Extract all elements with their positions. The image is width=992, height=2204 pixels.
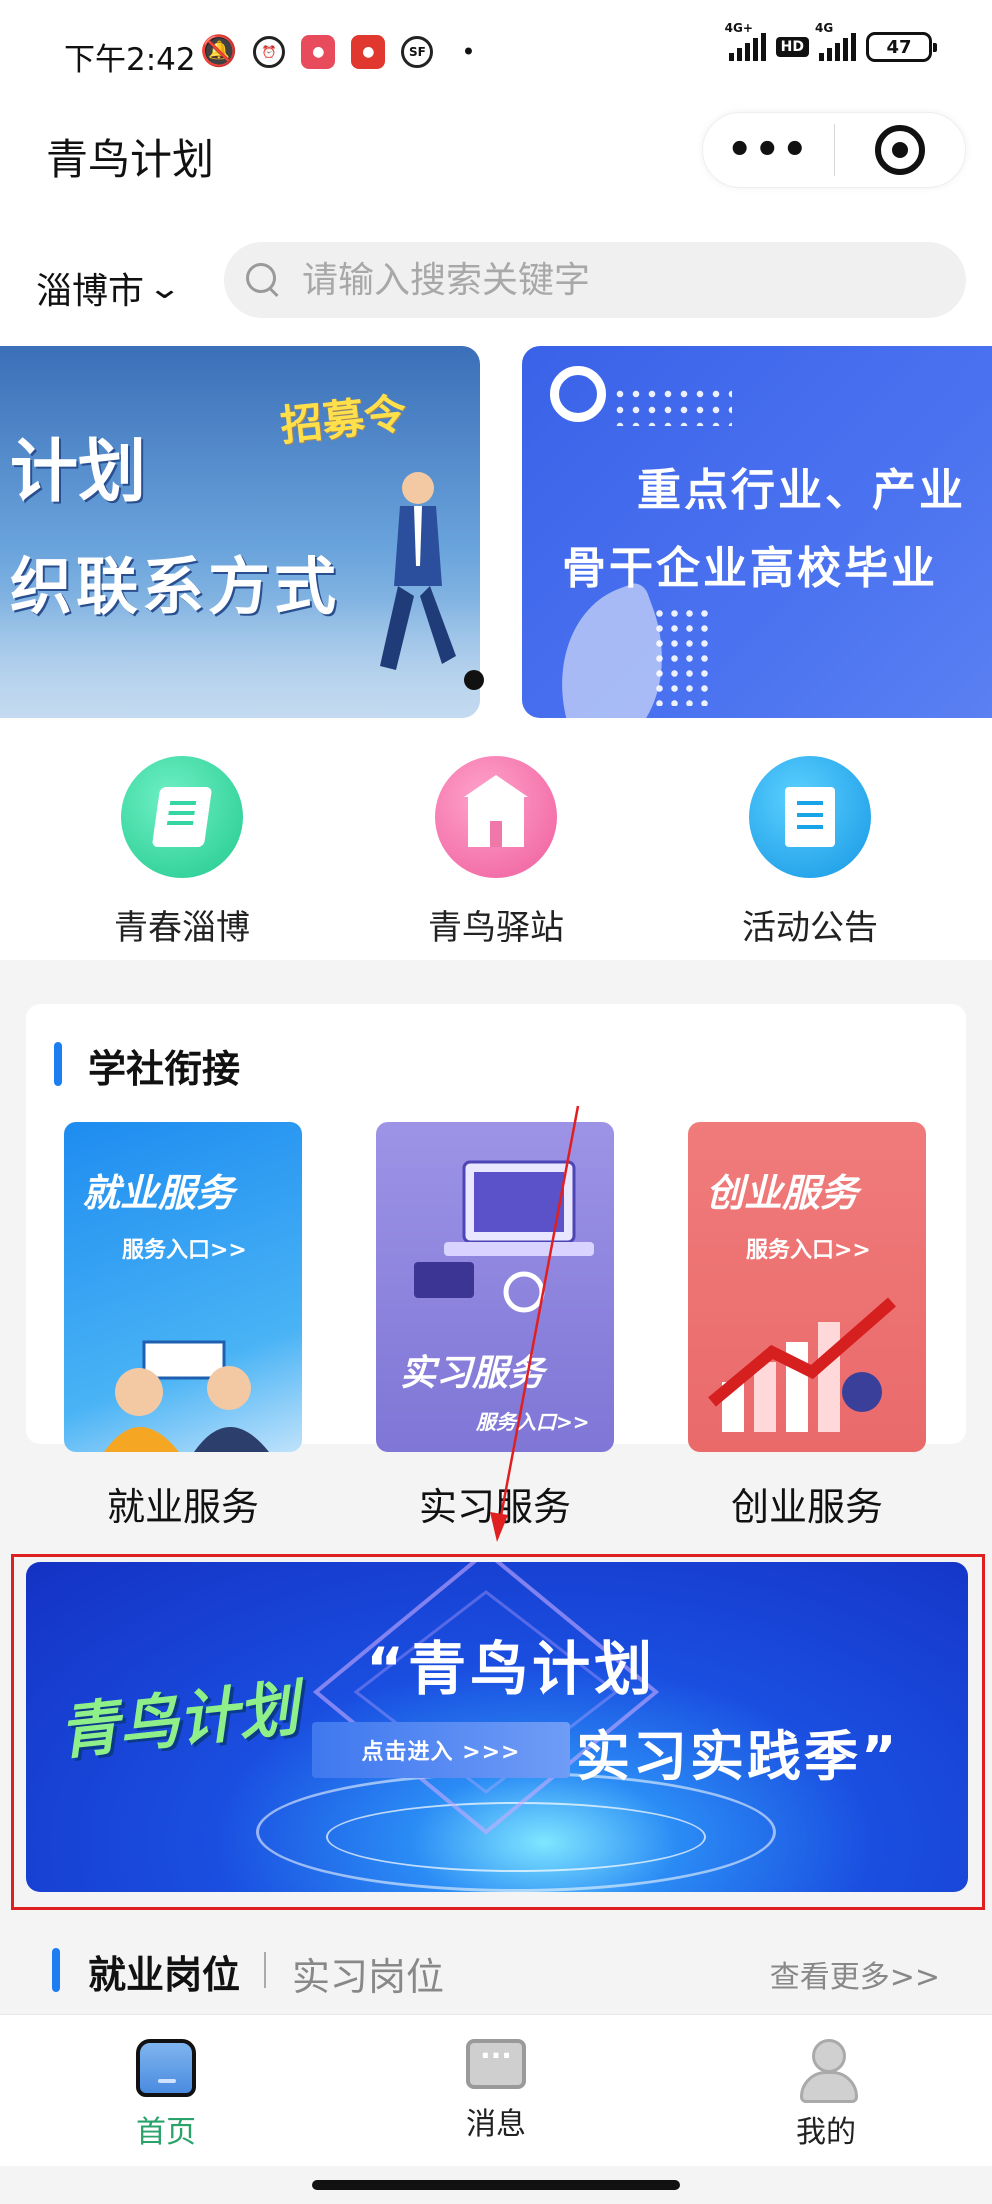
carousel-banner-industry[interactable]: 重点行业、产业 骨干企业高校毕业 <box>522 346 992 718</box>
enter-button[interactable]: 点击进入 >>> <box>312 1722 570 1778</box>
carousel-indicator <box>464 670 516 690</box>
app-notification-icon: ● <box>301 34 336 69</box>
service-card-subtitle: 服务入口>> <box>476 1410 590 1434</box>
quick-nav-label: 活动公告 <box>742 908 878 948</box>
signal-icon: 4G+ <box>725 21 766 61</box>
service-card-title: 创业服务 <box>706 1170 859 1215</box>
home-icon <box>136 2039 196 2097</box>
tab-home[interactable]: 首页 <box>66 2039 266 2151</box>
network-type-label: 4G <box>815 21 834 35</box>
jobs-accent-bar <box>52 1948 60 1992</box>
banner-text-line: 织联系方式 <box>10 550 341 623</box>
laptop-illustration <box>414 1160 594 1313</box>
search-icon <box>246 263 280 297</box>
sf-express-icon: SF <box>401 35 434 68</box>
status-right-icons: 4G+ HD 4G 47 <box>725 21 937 62</box>
quick-nav-item-announcement[interactable]: 活动公告 <box>700 756 920 949</box>
book-icon <box>121 756 243 878</box>
mini-program-titlebar: 青鸟计划 ••• <box>0 110 992 192</box>
section-card-school-society: 学社衔接 就业服务 服务入口>> 就业服务 实习服务 服务入口>> 实习服务 创… <box>26 1004 966 1529</box>
banner-dots-decoration <box>612 386 732 426</box>
service-label: 实习服务 <box>418 1485 571 1529</box>
menu-capsule: ••• <box>702 112 966 188</box>
building-icon <box>435 756 557 878</box>
service-card-subtitle: 服务入口>> <box>122 1238 247 1263</box>
message-icon <box>466 2039 526 2089</box>
entrepreneurship-service-image: 创业服务 服务入口>> <box>688 1122 926 1452</box>
growth-chart-illustration <box>708 1297 896 1432</box>
carousel-dot[interactable] <box>496 670 516 690</box>
tab-label: 消息 <box>466 2107 526 2142</box>
document-icon <box>749 756 871 878</box>
promo-subheadline: 实习实践季” <box>576 1725 900 1788</box>
more-button[interactable]: ••• <box>703 112 834 188</box>
running-man-illustration <box>380 472 456 670</box>
service-internship[interactable]: 实习服务 服务入口>> 实习服务 <box>376 1122 614 1531</box>
service-label: 创业服务 <box>730 1485 883 1529</box>
students-illustration <box>104 1340 269 1452</box>
more-notifications-dot-icon: • <box>461 37 476 66</box>
quick-nav-label: 青鸟驿站 <box>428 908 564 948</box>
promo-headline: “青鸟计划 <box>366 1635 657 1703</box>
mute-icon: 🔕 <box>200 34 238 69</box>
network-type-label: 4G+ <box>724 21 753 35</box>
view-more-link[interactable]: 查看更多>> <box>770 1952 940 1996</box>
more-dots-icon: ••• <box>726 127 810 173</box>
banner-text-line: 计划 <box>10 432 147 512</box>
profile-icon <box>796 2039 858 2103</box>
target-record-icon <box>874 125 925 175</box>
service-card-subtitle: 服务入口>> <box>746 1238 871 1263</box>
tab-label: 我的 <box>796 2115 856 2150</box>
carousel-banner-recruit[interactable]: 计划 织联系方式 招募令 <box>0 346 480 718</box>
banner-ring-decoration <box>550 366 606 422</box>
page-title: 青鸟计划 <box>46 135 215 184</box>
promo-logo: 青鸟计划 <box>55 1673 302 1769</box>
city-label: 淄博市 <box>36 271 145 312</box>
tab-label: 首页 <box>136 2115 196 2150</box>
hd-badge: HD <box>775 37 809 57</box>
service-entrepreneurship[interactable]: 创业服务 服务入口>> 创业服务 <box>688 1122 926 1531</box>
service-employment[interactable]: 就业服务 服务入口>> 就业服务 <box>64 1122 302 1531</box>
quick-nav-item-youth[interactable]: 青春淄博 <box>72 756 292 949</box>
status-time: 下午2:42 <box>64 42 196 78</box>
promo-banner-internship-season[interactable]: 青鸟计划 “青鸟计划 点击进入 >>> 实习实践季” <box>26 1562 968 1892</box>
carousel-dot-active[interactable] <box>464 670 484 690</box>
banner-text-line: 骨干企业高校毕业 <box>562 543 938 594</box>
app-notification-icon: ● <box>351 34 386 69</box>
tab-internship-jobs[interactable]: 实习岗位 <box>292 1946 444 2001</box>
banner-dots-decoration <box>652 606 712 706</box>
service-card-title: 就业服务 <box>82 1170 235 1215</box>
status-notification-icons: 🔕 ⏰ ● ● SF • <box>200 34 476 69</box>
service-label: 就业服务 <box>106 1485 259 1529</box>
city-selector[interactable]: 淄博市 ⌄ <box>36 262 182 314</box>
status-bar: 下午2:42 🔕 ⏰ ● ● SF • 4G+ HD 4G 47 <box>0 0 992 110</box>
tab-profile[interactable]: 我的 <box>726 2039 926 2151</box>
search-input[interactable] <box>302 259 942 301</box>
battery-level: 47 <box>886 36 912 58</box>
home-indicator[interactable] <box>312 2180 680 2190</box>
employment-service-image: 就业服务 服务入口>> <box>64 1122 302 1452</box>
quick-nav-item-station[interactable]: 青鸟驿站 <box>386 756 606 949</box>
section-accent-bar <box>54 1042 62 1086</box>
battery-icon: 47 <box>866 32 937 62</box>
internship-service-image: 实习服务 服务入口>> <box>376 1122 614 1452</box>
search-bar[interactable] <box>224 242 966 318</box>
close-button[interactable] <box>835 112 966 188</box>
alarm-icon: ⏰ <box>253 35 286 68</box>
signal-icon: 4G <box>815 21 856 61</box>
banner-text-line: 重点行业、产业 <box>637 465 966 516</box>
service-card-title: 实习服务 <box>400 1352 545 1394</box>
tab-jobs[interactable]: 就业岗位 <box>88 1944 240 1999</box>
chevron-down-icon: ⌄ <box>146 270 183 306</box>
tab-messages[interactable]: 消息 <box>396 2039 596 2143</box>
bottom-tab-bar: 首页 消息 我的 <box>0 2014 992 2166</box>
tab-divider <box>264 1952 266 1988</box>
quick-nav-label: 青春淄博 <box>114 908 250 948</box>
banner-stamp-text: 招募令 <box>278 388 409 451</box>
section-title: 学社衔接 <box>88 1047 241 1091</box>
quick-nav: 青春淄博 青鸟驿站 活动公告 <box>0 756 992 956</box>
